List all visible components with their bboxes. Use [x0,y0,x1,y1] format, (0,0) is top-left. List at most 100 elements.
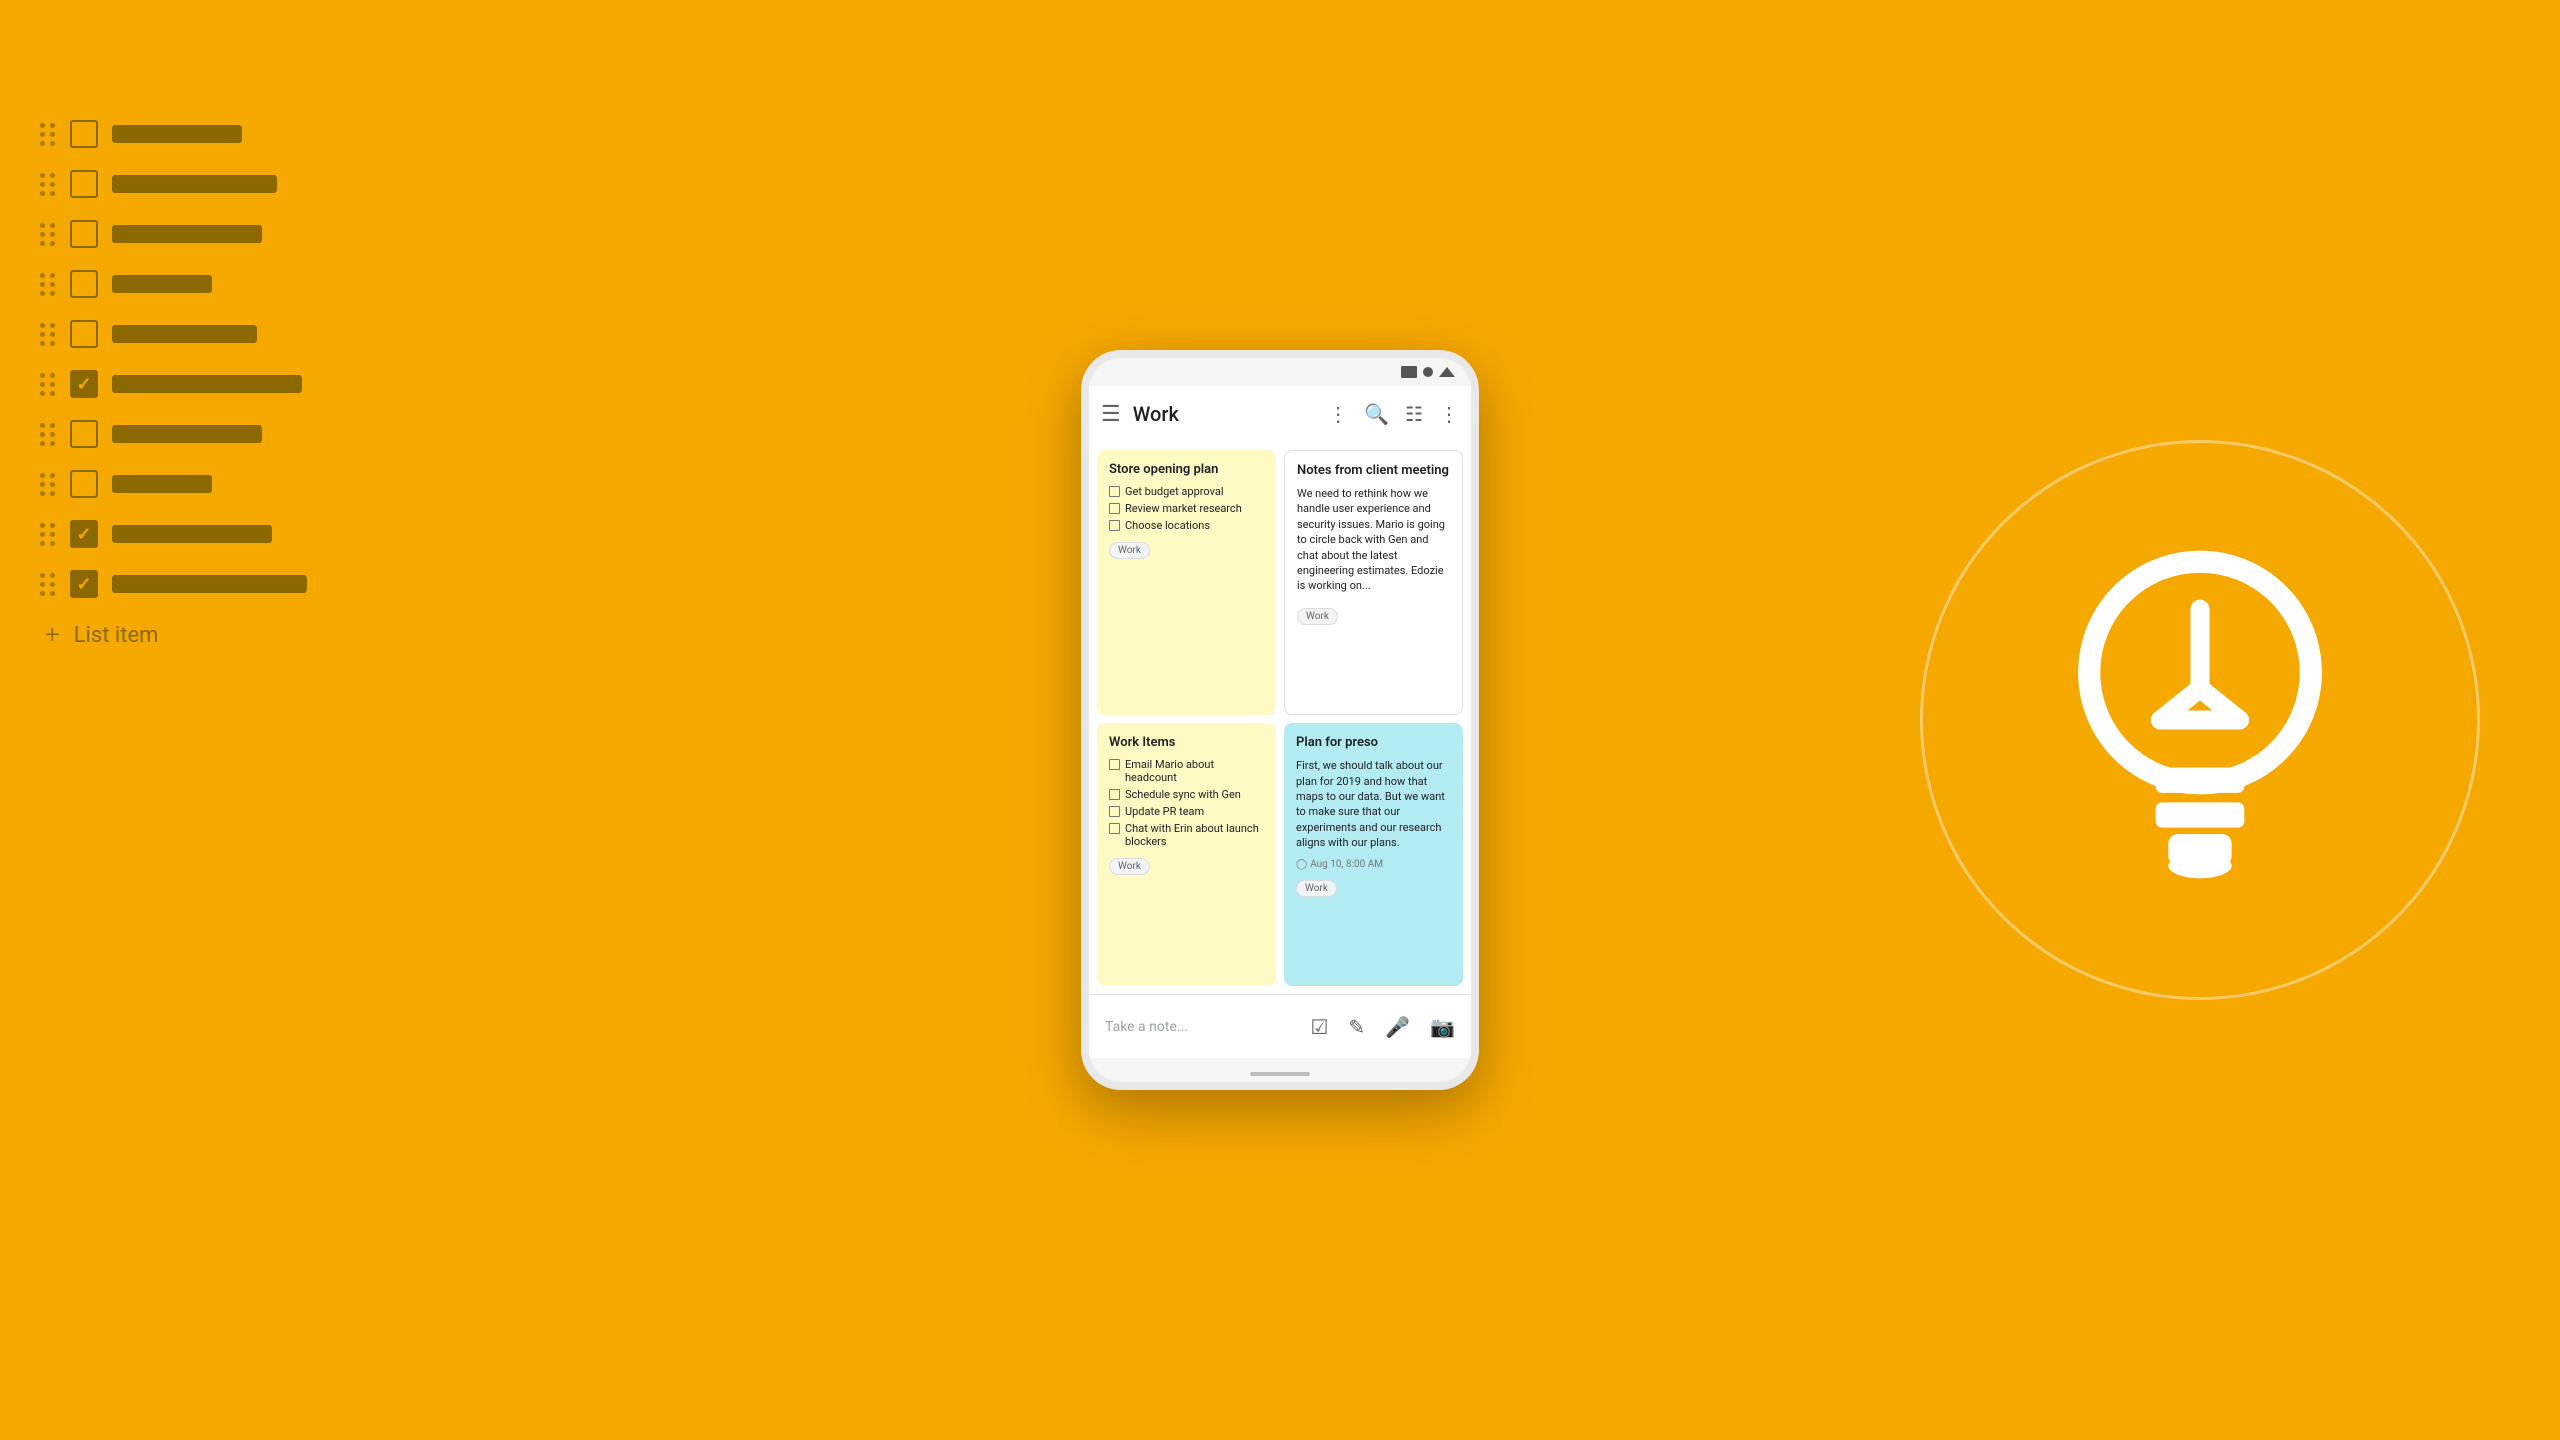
note-store-opening[interactable]: Store opening plan Get budget approval R… [1097,450,1276,715]
wifi-icon [1439,367,1455,377]
list-row [40,370,380,398]
add-icon: + [45,620,60,650]
list-row [40,220,380,248]
note-label-work-2[interactable]: Work [1297,608,1338,625]
check-box-icon [1109,503,1120,514]
note-label-work-4[interactable]: Work [1296,880,1337,897]
list-item-bar [112,425,262,443]
lightbulb-icon [2040,530,2360,910]
draw-icon[interactable]: ✎ [1348,1015,1365,1039]
check-box-icon [1109,486,1120,497]
phone-body: ☰ Work ⋮ 🔍 ☷ ⋮ Store opening plan Get bu… [1081,350,1479,1090]
drag-handle-icon[interactable] [40,123,56,146]
checklist-item-1: Get budget approval [1109,485,1264,498]
status-bar [1089,358,1471,386]
list-checkbox[interactable] [70,220,98,248]
list-item-bar [112,175,277,193]
note-title-preso: Plan for preso [1296,735,1451,750]
search-icon[interactable]: 🔍 [1364,402,1389,426]
phone-mockup: ☰ Work ⋮ 🔍 ☷ ⋮ Store opening plan Get bu… [1081,350,1479,1090]
list-row [40,420,380,448]
checklist-icon[interactable]: ☑ [1310,1015,1328,1039]
overflow-menu-icon[interactable]: ⋮ [1439,402,1459,426]
left-list-panel: + List item [40,120,380,650]
mic-icon[interactable]: 🎤 [1385,1015,1410,1039]
note-text-preso: First, we should talk about our plan for… [1296,758,1451,850]
list-item-bar [112,225,262,243]
list-item-bar [112,325,257,343]
list-row [40,120,380,148]
list-row [40,170,380,198]
app-title: Work [1133,402,1320,426]
hamburger-menu-icon[interactable]: ☰ [1101,402,1121,427]
checklist-item-2: Review market research [1109,502,1264,515]
drag-handle-icon[interactable] [40,173,56,196]
note-client-meeting[interactable]: Notes from client meeting We need to ret… [1284,450,1463,715]
note-date-preso: ◯ Aug 10, 8:00 AM [1296,859,1451,870]
check-box-icon [1109,806,1120,817]
check-box-icon [1109,823,1120,834]
list-checkbox[interactable] [70,170,98,198]
bottom-action-icons: ☑ ✎ 🎤 📷 [1310,1015,1455,1039]
list-item-bar [112,275,212,293]
layout-icon[interactable]: ☷ [1405,402,1423,426]
add-list-item-row[interactable]: + List item [40,620,380,650]
drag-handle-icon[interactable] [40,223,56,246]
signal-dot-icon [1423,367,1433,377]
drag-handle-icon[interactable] [40,373,56,396]
note-label-work-3[interactable]: Work [1109,858,1150,875]
list-row [40,570,380,598]
list-item-bar [112,125,242,143]
list-checkbox[interactable] [70,520,98,548]
work-item-1: Email Mario about headcount [1109,758,1264,784]
top-app-bar: ☰ Work ⋮ 🔍 ☷ ⋮ [1089,386,1471,442]
drag-handle-icon[interactable] [40,523,56,546]
list-checkbox[interactable] [70,420,98,448]
notes-grid: Store opening plan Get budget approval R… [1089,442,1471,994]
list-checkbox[interactable] [70,370,98,398]
add-item-label: List item [74,623,159,648]
checklist-item-3: Choose locations [1109,519,1264,532]
take-note-placeholder[interactable]: Take a note... [1105,1019,1298,1035]
more-options-icon[interactable]: ⋮ [1328,402,1348,426]
list-item-bar [112,475,212,493]
list-checkbox[interactable] [70,470,98,498]
check-box-icon [1109,520,1120,531]
work-item-2: Schedule sync with Gen [1109,788,1264,801]
list-checkbox[interactable] [70,270,98,298]
list-row [40,470,380,498]
note-title-work-items: Work Items [1109,735,1264,750]
note-text-client: We need to rethink how we handle user ex… [1297,486,1450,594]
drag-handle-icon[interactable] [40,273,56,296]
note-plan-preso[interactable]: Plan for preso First, we should talk abo… [1284,723,1463,986]
image-icon[interactable]: 📷 [1430,1015,1455,1039]
drag-handle-icon[interactable] [40,323,56,346]
work-item-3: Update PR team [1109,805,1264,818]
list-item-bar [112,375,302,393]
note-work-items[interactable]: Work Items Email Mario about headcount S… [1097,723,1276,986]
bulb-circle [1920,440,2480,1000]
drag-handle-icon[interactable] [40,473,56,496]
list-checkbox[interactable] [70,320,98,348]
alarm-icon: ◯ [1296,859,1307,870]
note-label-work[interactable]: Work [1109,542,1150,559]
list-checkbox[interactable] [70,120,98,148]
check-box-icon [1109,789,1120,800]
list-row [40,270,380,298]
note-title-store: Store opening plan [1109,462,1264,477]
list-item-bar [112,575,307,593]
home-indicator [1250,1072,1310,1076]
check-box-icon [1109,759,1120,770]
list-row [40,520,380,548]
bottom-input-bar: Take a note... ☑ ✎ 🎤 📷 [1089,994,1471,1058]
battery-icon [1401,366,1417,378]
google-keep-logo [1920,440,2480,1000]
drag-handle-icon[interactable] [40,423,56,446]
drag-handle-icon[interactable] [40,573,56,596]
top-action-icons: 🔍 ☷ ⋮ [1364,402,1459,426]
list-row [40,320,380,348]
note-title-client: Notes from client meeting [1297,463,1450,478]
list-checkbox[interactable] [70,570,98,598]
work-item-4: Chat with Erin about launch blockers [1109,822,1264,848]
list-item-bar [112,525,272,543]
